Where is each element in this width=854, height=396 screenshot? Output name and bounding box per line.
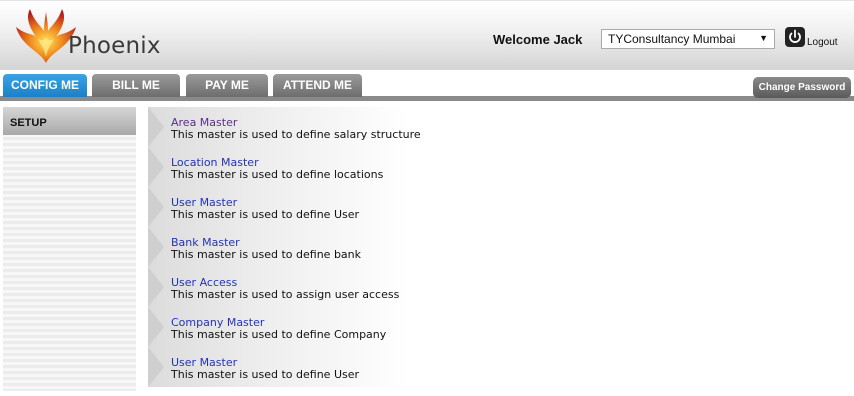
welcome-message: Welcome Jack — [493, 32, 583, 47]
item-description: This master is used to define locations — [171, 168, 384, 181]
tab-bill-me[interactable]: BILL ME — [92, 74, 180, 97]
list-item[interactable]: User Master This master is used to defin… — [148, 347, 408, 387]
list-item[interactable]: Area Master This master is used to defin… — [148, 107, 421, 147]
list-item[interactable]: Location Master This master is used to d… — [148, 147, 408, 187]
item-description: This master is used to assign user acces… — [171, 288, 400, 301]
logout-link[interactable]: Logout — [807, 37, 838, 48]
item-arrow-icon — [148, 347, 164, 387]
change-password-button[interactable]: Change Password — [753, 77, 851, 98]
item-arrow-icon — [148, 147, 164, 187]
item-description: This master is used to define salary str… — [171, 128, 421, 141]
app-header: Phoenix Welcome Jack TYConsultancy Mumba… — [0, 0, 854, 70]
tab-attend-me[interactable]: ATTEND ME — [273, 74, 362, 97]
item-arrow-icon — [148, 267, 164, 307]
item-arrow-icon — [148, 187, 164, 227]
list-item[interactable]: Bank Master This master is used to defin… — [148, 227, 408, 267]
list-item[interactable]: User Master This master is used to defin… — [148, 187, 408, 227]
item-description: This master is used to define Company — [171, 328, 387, 341]
item-description: This master is used to define User — [171, 208, 360, 221]
item-arrow-icon — [148, 107, 164, 147]
app-logo-text: Phoenix — [68, 33, 161, 59]
tab-pay-me[interactable]: PAY ME — [186, 74, 268, 97]
dropdown-caret-icon: ▼ — [759, 33, 768, 43]
sidebar-item-setup[interactable]: SETUP — [3, 107, 136, 135]
main-nav: CONFIG ME BILL ME PAY ME ATTEND ME Chang… — [0, 74, 854, 100]
sidebar: SETUP — [3, 107, 136, 391]
tab-config-me[interactable]: CONFIG ME — [3, 74, 87, 97]
item-description: This master is used to define User — [171, 368, 360, 381]
item-arrow-icon — [148, 227, 164, 267]
item-arrow-icon — [148, 307, 164, 347]
company-select[interactable]: TYConsultancy Mumbai ▼ — [601, 29, 775, 49]
power-icon[interactable] — [785, 27, 805, 47]
list-item[interactable]: Company Master This master is used to de… — [148, 307, 408, 347]
list-item[interactable]: User Access This master is used to assig… — [148, 267, 408, 307]
item-description: This master is used to define bank — [171, 248, 362, 261]
company-select-value: TYConsultancy Mumbai — [608, 32, 736, 46]
